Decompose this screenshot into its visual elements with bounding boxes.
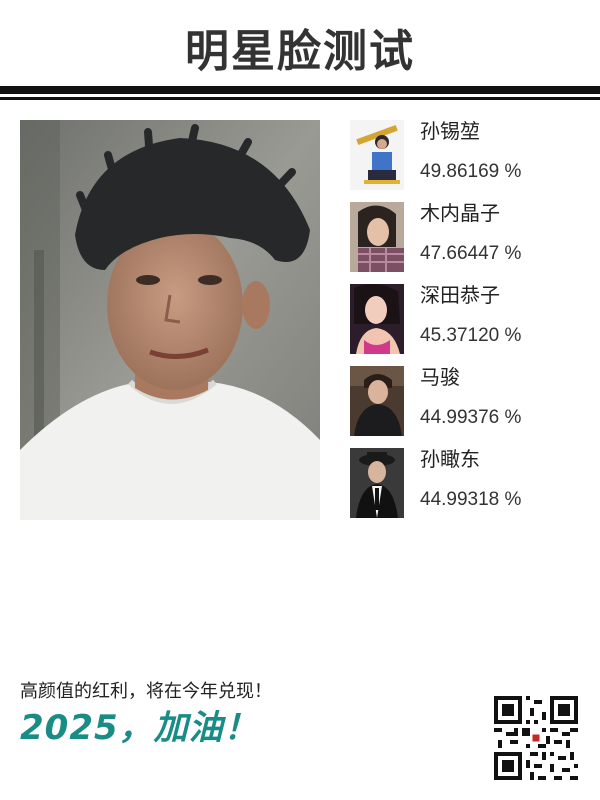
similarity-score: 45.37120 %	[420, 325, 522, 346]
list-item[interactable]: 马骏 44.99376 %	[350, 365, 590, 436]
list-item[interactable]: 孙瞰东 44.99318 %	[350, 447, 590, 518]
qr-code-icon[interactable]	[494, 696, 578, 780]
list-item[interactable]: 孙锡堃 49.86169 %	[350, 119, 590, 190]
header-divider-thin	[0, 97, 600, 100]
list-item[interactable]: 深田恭子 45.37120 %	[350, 283, 590, 354]
similarity-score: 44.99376 %	[420, 407, 522, 428]
similarity-score: 44.99318 %	[420, 489, 522, 510]
celebrity-name: 木内晶子	[420, 201, 500, 225]
similarity-score: 49.86169 %	[420, 161, 522, 182]
celebrity-name: 孙瞰东	[420, 447, 480, 471]
cheer-text: 2025，加油！	[20, 708, 259, 748]
page-title: 明星脸测试	[185, 26, 415, 77]
celebrity-name: 深田恭子	[420, 283, 500, 307]
slogan-text: 高颜值的红利，将在今年兑现！	[20, 681, 272, 702]
celebrity-thumbnail	[350, 448, 404, 518]
list-item[interactable]: 木内晶子 47.66447 %	[350, 201, 590, 272]
similarity-score: 47.66447 %	[420, 243, 522, 264]
celebrity-thumbnail	[350, 202, 404, 272]
user-photo	[20, 120, 320, 520]
celebrity-thumbnail	[350, 284, 404, 354]
celebrity-name: 马骏	[420, 365, 460, 389]
celebrity-thumbnail	[350, 120, 404, 190]
celebrity-thumbnail	[350, 366, 404, 436]
header-divider-thick	[0, 86, 600, 94]
celebrity-name: 孙锡堃	[420, 119, 480, 143]
